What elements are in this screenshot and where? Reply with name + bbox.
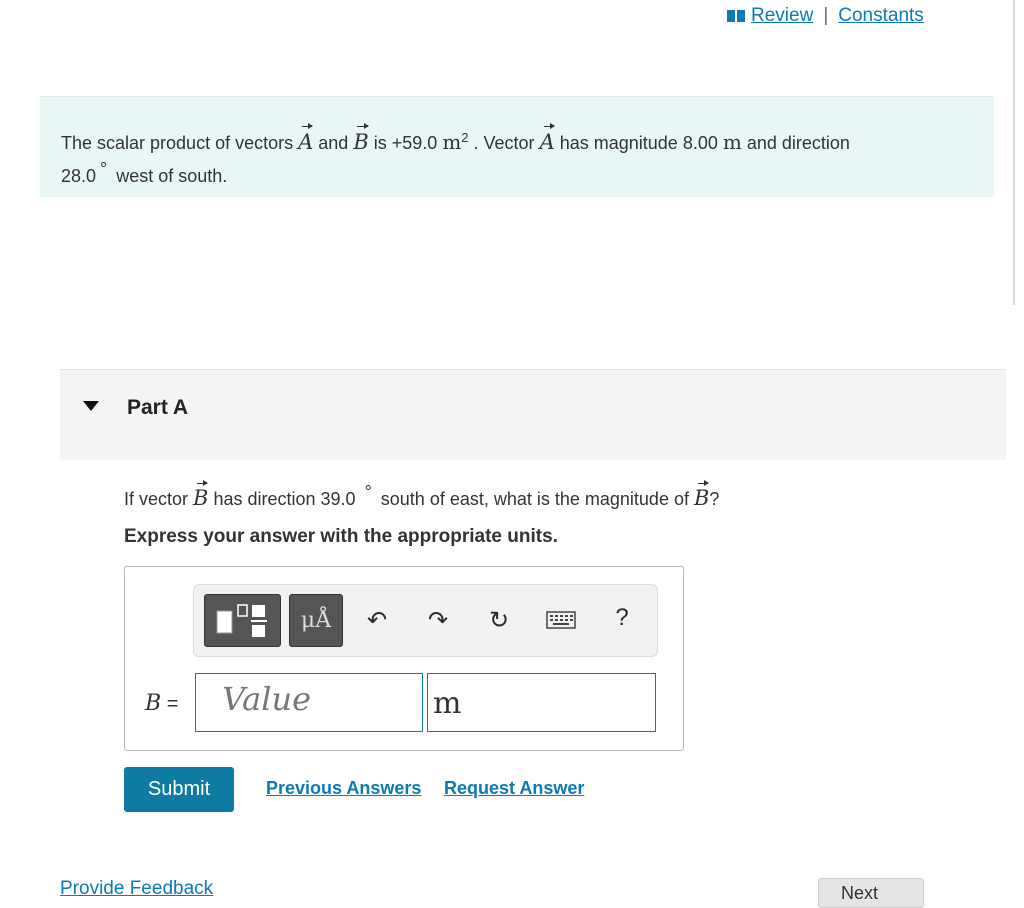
caret-down-icon[interactable] bbox=[83, 401, 99, 411]
answer-label: B = bbox=[145, 691, 179, 716]
part-title: Part A bbox=[127, 396, 189, 419]
degree-symbol: ° bbox=[364, 482, 372, 502]
previous-answers-link[interactable]: Previous Answers bbox=[266, 778, 421, 799]
submit-button[interactable]: Submit bbox=[124, 767, 234, 812]
vector-b: B bbox=[693, 480, 710, 510]
part-a-header[interactable]: Part A bbox=[60, 369, 1006, 460]
problem-statement: The scalar product of vectors A and B is… bbox=[40, 96, 994, 197]
degree-symbol: ° bbox=[100, 159, 108, 179]
help-icon[interactable]: ? bbox=[607, 603, 637, 633]
request-answer-link[interactable]: Request Answer bbox=[444, 778, 584, 799]
reset-icon[interactable]: ↻ bbox=[484, 605, 514, 635]
unit-m: m bbox=[442, 130, 462, 154]
scrollbar[interactable] bbox=[1013, 0, 1015, 305]
question-text: If vector B has direction 39.0 ° south o… bbox=[124, 480, 720, 510]
vector-a: A bbox=[298, 123, 314, 154]
unit-m: m bbox=[722, 130, 742, 154]
vector-b: B bbox=[353, 123, 370, 154]
answer-box: μÅ ↶ ↷ ↻ ? B = Value m bbox=[124, 566, 684, 751]
next-button[interactable]: Next bbox=[818, 878, 924, 908]
templates-button[interactable] bbox=[204, 594, 281, 647]
exponent: 2 bbox=[461, 130, 469, 145]
keyboard-shape bbox=[546, 611, 576, 629]
constants-link[interactable]: Constants bbox=[838, 5, 924, 27]
vector-a: A bbox=[539, 123, 555, 154]
value-input[interactable]: Value bbox=[195, 673, 423, 732]
top-links: Review | Constants bbox=[727, 5, 924, 27]
link-separator: | bbox=[823, 5, 829, 26]
keyboard-icon[interactable] bbox=[546, 605, 576, 635]
units-button[interactable]: μÅ bbox=[289, 594, 343, 647]
undo-icon[interactable]: ↶ bbox=[362, 605, 392, 635]
book-icon bbox=[727, 10, 745, 22]
unit-input[interactable]: m bbox=[427, 673, 656, 732]
math-toolbar: μÅ ↶ ↷ ↻ ? bbox=[193, 584, 658, 657]
templates-icon bbox=[216, 604, 267, 637]
redo-icon[interactable]: ↷ bbox=[423, 605, 453, 635]
provide-feedback-link[interactable]: Provide Feedback bbox=[60, 878, 213, 900]
problem-text: The scalar product of vectors A and B is… bbox=[61, 123, 850, 186]
review-link[interactable]: Review bbox=[751, 5, 813, 27]
instruction-text: Express your answer with the appropriate… bbox=[124, 526, 558, 547]
vector-b: B bbox=[193, 480, 209, 510]
